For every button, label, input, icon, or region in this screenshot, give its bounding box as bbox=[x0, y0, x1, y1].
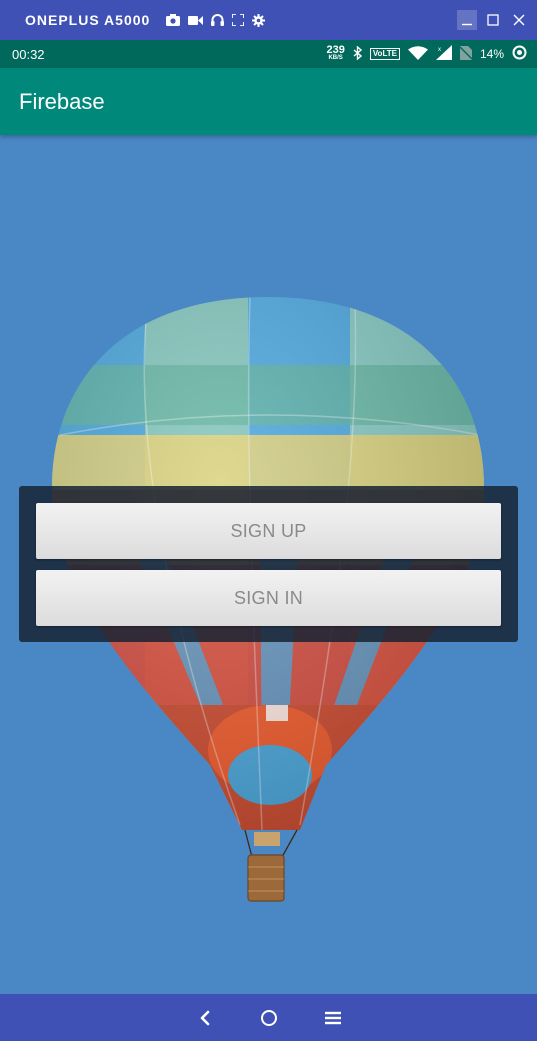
emulator-toolbar bbox=[166, 13, 266, 27]
battery-level: 14% bbox=[479, 47, 504, 61]
menu-icon[interactable] bbox=[321, 1006, 345, 1030]
emulator-title-bar: ONEPLUS A5000 bbox=[0, 0, 537, 40]
app-title: Firebase bbox=[19, 88, 105, 114]
back-icon[interactable] bbox=[193, 1006, 217, 1030]
camera-icon[interactable] bbox=[166, 14, 181, 26]
volte-badge: VoLTE bbox=[369, 48, 400, 60]
network-speed: 239 KB/S bbox=[326, 44, 345, 62]
bluetooth-icon bbox=[353, 44, 362, 63]
video-icon[interactable] bbox=[188, 15, 204, 26]
fullscreen-icon[interactable] bbox=[232, 14, 245, 26]
maximize-icon[interactable] bbox=[483, 10, 503, 30]
network-speed-value: 239 bbox=[326, 44, 345, 56]
sign-up-button[interactable]: SIGN UP bbox=[36, 503, 501, 559]
wifi-icon bbox=[407, 45, 428, 63]
signal-icon: x bbox=[435, 45, 452, 63]
headphones-icon[interactable] bbox=[211, 14, 225, 26]
svg-text:x: x bbox=[438, 47, 441, 53]
auth-button-panel: SIGN UP SIGN IN bbox=[19, 486, 518, 642]
status-time: 00:32 bbox=[12, 46, 45, 62]
device-name: ONEPLUS A5000 bbox=[25, 12, 151, 28]
main-content: SIGN UP SIGN IN bbox=[0, 135, 537, 994]
minimize-icon[interactable] bbox=[457, 10, 477, 30]
app-bar: Firebase bbox=[0, 68, 537, 135]
home-icon[interactable] bbox=[257, 1006, 281, 1030]
sign-in-button[interactable]: SIGN IN bbox=[36, 570, 501, 626]
status-icons: 239 KB/S VoLTE x 14% bbox=[326, 40, 527, 68]
battery-saver-icon bbox=[512, 45, 527, 63]
settings-icon[interactable] bbox=[252, 13, 266, 27]
close-icon[interactable] bbox=[509, 10, 529, 30]
no-sim-icon bbox=[459, 45, 473, 63]
status-bar: 00:32 239 KB/S VoLTE x 14% bbox=[0, 40, 537, 68]
network-speed-unit: KB/S bbox=[328, 55, 343, 61]
navigation-bar bbox=[0, 994, 537, 1041]
window-controls bbox=[457, 0, 529, 40]
